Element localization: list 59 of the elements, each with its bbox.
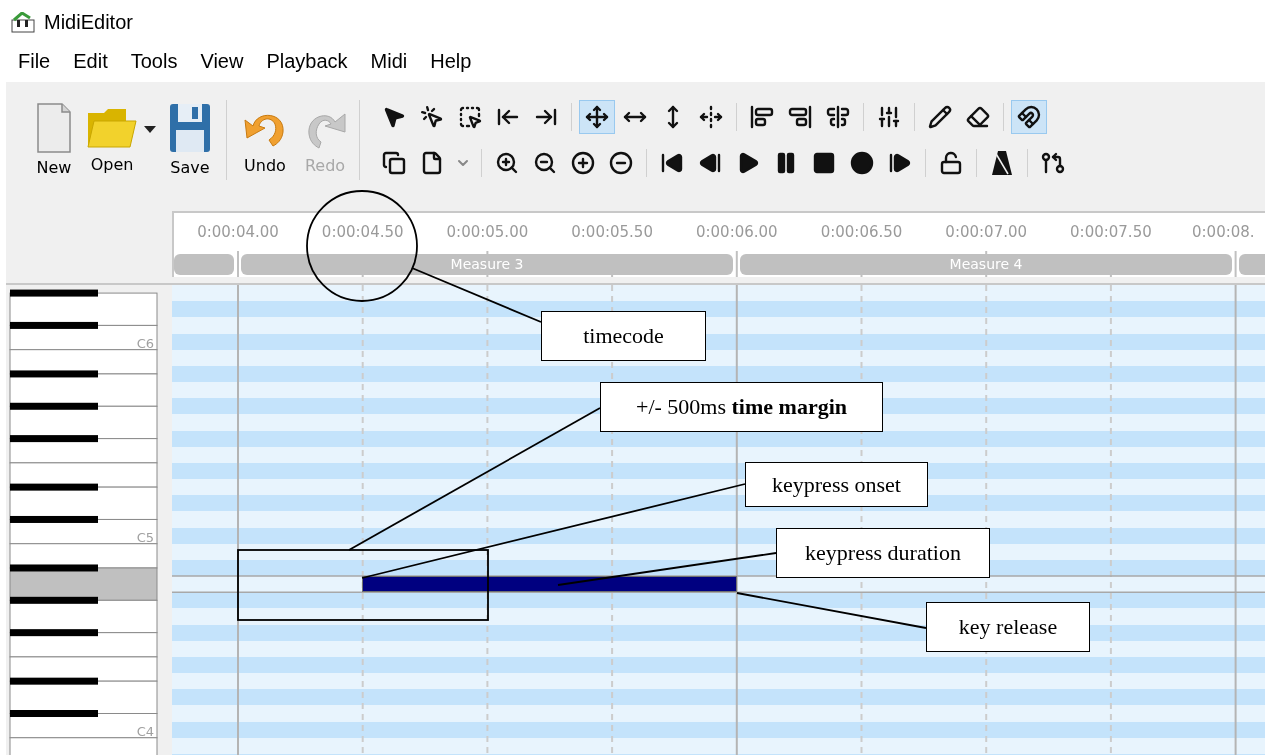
copy-icon [382,150,406,175]
save-button[interactable]: Save [164,100,216,180]
app-icon [10,11,36,34]
arrows-bar-icon [699,104,723,129]
menu-item[interactable]: Help [418,48,483,79]
eraser-icon [966,104,990,129]
time-label: 0:00:05.50 [571,222,653,241]
menu-item[interactable]: Playback [254,48,359,79]
caret-icon[interactable] [144,125,156,134]
time-label: 0:00:07.50 [1070,222,1152,241]
callout-label: key release [926,602,1090,652]
plus-circle-icon [571,150,595,175]
record-icon [850,150,874,175]
callout-label: +/- 500ms time margin [600,382,883,432]
menu-item[interactable]: Edit [61,48,119,79]
time-label: 0:00:06.50 [820,222,903,241]
undo-button[interactable]: Undo [237,102,293,178]
time-label: 0:00:08. [1192,222,1255,241]
callout-label: keypress duration [776,528,990,578]
pencil-icon [928,104,952,129]
time-label: 0:00:04.00 [197,222,279,241]
measure-bar: Measure 4 [740,253,1232,275]
align-left-icon [750,104,774,129]
magnet-icon [1017,104,1041,129]
sliders-icon [877,104,901,129]
open-button[interactable]: Open [82,103,142,177]
open-lock-icon [939,150,963,175]
measure-bar: Measure 3 [241,253,733,275]
dashed-box-pointer-icon [458,104,482,129]
octave-label: C6 [136,335,154,351]
magnet-tool-button[interactable] [1011,99,1047,134]
align-center-icon [826,104,850,129]
time-label: 0:00:05.00 [446,222,529,241]
note-bar[interactable] [362,576,737,592]
branch-icon [1041,150,1065,175]
octave-label: C4 [136,723,154,739]
window-title: MidiEditor [44,11,133,34]
menu-item[interactable]: File [6,48,62,79]
new-button[interactable]: New [30,100,78,180]
page-icon [420,150,444,175]
stop-icon [812,150,836,175]
octave-label: C5 [136,529,154,545]
time-label: 0:00:06.00 [695,222,778,241]
move-tool-button[interactable] [579,99,615,134]
menu-item[interactable]: View [188,48,255,79]
zoom-out-icon [533,150,557,175]
menu-item[interactable]: Tools [118,48,189,79]
align-right-icon [788,104,812,129]
time-label: 0:00:04.50 [321,222,404,241]
zoom-in-icon [495,150,519,175]
minus-circle-icon [609,150,633,175]
callout-label: keypress onset [745,462,928,507]
menu-item[interactable]: Midi [358,48,419,79]
move-icon [585,104,609,129]
pointer-click-icon [420,104,444,129]
callout-label: timecode [541,311,706,361]
metronome-icon [990,149,1014,176]
document-icon [34,102,74,155]
time-label: 0:00:07.00 [945,222,1028,241]
